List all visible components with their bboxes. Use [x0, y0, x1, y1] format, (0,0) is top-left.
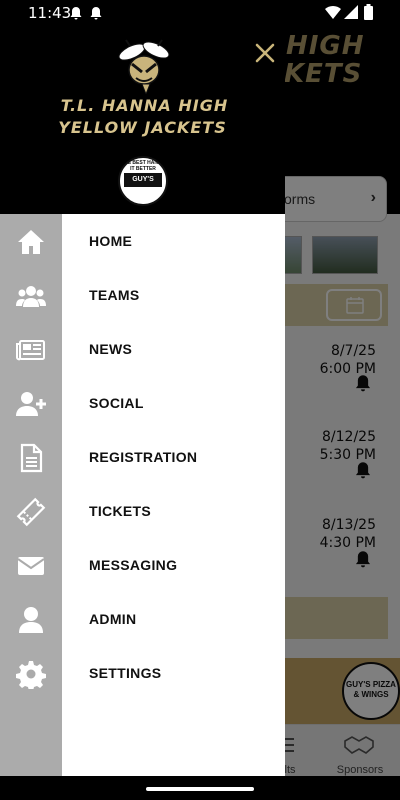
forms-label: orms [284, 191, 316, 207]
menu-item-label: SOCIAL [89, 395, 144, 411]
event-date: 8/7/25 [330, 343, 376, 359]
menu-item-label: HOME [89, 233, 133, 249]
home-icon[interactable] [16, 227, 46, 257]
menu-item-messaging[interactable]: MESSAGING [62, 538, 285, 592]
background-title-line2: KETS [284, 59, 363, 89]
menu-item-label: ADMIN [89, 611, 137, 627]
bell-icon[interactable] [354, 374, 372, 392]
event-item[interactable]: 8/13/25 4:30 PM [320, 516, 376, 552]
envelope-icon[interactable] [16, 551, 46, 581]
menu-item-home[interactable]: HOME [62, 214, 285, 268]
event-date: 8/12/25 [322, 429, 376, 445]
bell-icon[interactable] [354, 461, 372, 479]
menu-item-label: TEAMS [89, 287, 140, 303]
school-name-line2: YELLOW JACKETS [58, 118, 227, 137]
gear-icon[interactable] [16, 659, 46, 689]
notification-bell-icon [90, 7, 102, 20]
menu-item-tickets[interactable]: TICKETS [62, 484, 285, 538]
sponsor-badge-rim-text: THE BEST HANDS IT BETTER [121, 160, 165, 172]
menu-item-teams[interactable]: TEAMS [62, 268, 285, 322]
menu-item-label: TICKETS [89, 503, 151, 519]
sponsor-badge-text: GUY'S PIZZA & [124, 173, 162, 197]
calendar-button[interactable] [326, 289, 382, 321]
chevron-right-icon: › [370, 189, 376, 206]
document-icon[interactable] [16, 443, 46, 473]
menu-item-label: REGISTRATION [89, 449, 198, 465]
cellular-signal-icon [344, 5, 358, 19]
users-icon[interactable] [16, 281, 46, 311]
newspaper-icon[interactable] [16, 335, 46, 365]
notification-bell-icon [70, 7, 82, 20]
background-title-line1: HIGH [286, 31, 365, 61]
event-item[interactable]: 8/12/25 5:30 PM [320, 428, 376, 464]
status-time: 11:43 [28, 4, 72, 22]
user-icon[interactable] [16, 605, 46, 635]
menu-item-label: SETTINGS [89, 665, 162, 681]
home-gesture-handle[interactable] [146, 787, 254, 791]
sponsor-ad-logo: GUY'S PIZZA & WINGS [342, 662, 400, 720]
team-photo [312, 236, 378, 274]
menu-item-label: NEWS [89, 341, 133, 357]
menu-item-social[interactable]: SOCIAL [62, 376, 285, 430]
menu-item-settings[interactable]: SETTINGS [62, 646, 285, 700]
sponsor-ad-banner[interactable]: GUY'S PIZZA & WINGS [285, 658, 400, 724]
drawer-icon-rail [0, 214, 62, 776]
battery-icon [364, 4, 373, 20]
event-item[interactable]: 8/7/25 6:00 PM [320, 342, 376, 378]
status-bar: 11:43 [0, 0, 400, 26]
wifi-icon [325, 5, 341, 20]
background-header-title: HIGH KETS [284, 31, 365, 89]
tab-sponsors[interactable]: Sponsors [334, 764, 386, 776]
school-name-line1: T.L. HANNA HIGH [60, 96, 229, 115]
calendar-icon [346, 297, 364, 314]
sponsor-badge-logo[interactable]: THE BEST HANDS IT BETTER GUY'S PIZZA & [118, 156, 168, 206]
menu-item-admin[interactable]: ADMIN [62, 592, 285, 646]
close-icon[interactable] [252, 40, 278, 66]
user-plus-icon[interactable] [16, 389, 46, 419]
yellow-jacket-mascot-logo [118, 39, 170, 94]
drawer-menu: HOME TEAMS NEWS SOCIAL REGISTRATION TICK… [62, 214, 285, 776]
bell-icon[interactable] [354, 550, 372, 568]
menu-item-news[interactable]: NEWS [62, 322, 285, 376]
menu-item-label: MESSAGING [89, 557, 178, 573]
event-date: 8/13/25 [322, 517, 376, 533]
ticket-icon[interactable] [16, 497, 46, 527]
menu-item-registration[interactable]: REGISTRATION [62, 430, 285, 484]
handshake-icon[interactable] [344, 735, 374, 755]
